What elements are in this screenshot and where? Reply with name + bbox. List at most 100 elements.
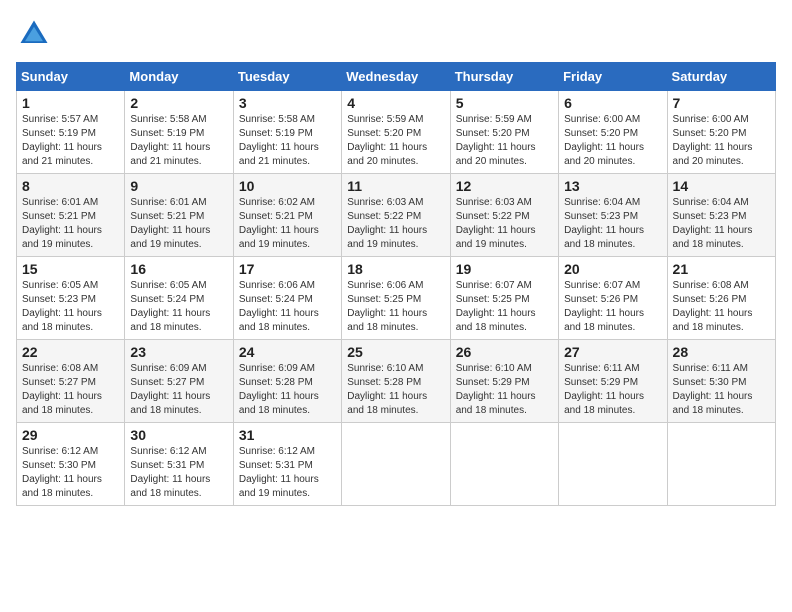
calendar-cell: 29 Sunrise: 6:12 AM Sunset: 5:30 PM Dayl… <box>17 423 125 506</box>
weekday-header-friday: Friday <box>559 63 667 91</box>
day-info: Sunrise: 6:09 AM Sunset: 5:28 PM Dayligh… <box>239 362 336 418</box>
calendar-cell: 5 Sunrise: 5:59 AM Sunset: 5:20 PM Dayli… <box>450 91 558 174</box>
day-info: Sunrise: 5:59 AM Sunset: 5:20 PM Dayligh… <box>347 113 444 169</box>
calendar-cell: 3 Sunrise: 5:58 AM Sunset: 5:19 PM Dayli… <box>233 91 341 174</box>
day-info: Sunrise: 6:04 AM Sunset: 5:23 PM Dayligh… <box>673 196 770 252</box>
calendar-week-5: 29 Sunrise: 6:12 AM Sunset: 5:30 PM Dayl… <box>17 423 776 506</box>
day-info: Sunrise: 6:08 AM Sunset: 5:27 PM Dayligh… <box>22 362 119 418</box>
day-info: Sunrise: 6:06 AM Sunset: 5:24 PM Dayligh… <box>239 279 336 335</box>
calendar-cell: 23 Sunrise: 6:09 AM Sunset: 5:27 PM Dayl… <box>125 340 233 423</box>
day-number: 8 <box>22 178 119 194</box>
calendar-cell <box>559 423 667 506</box>
calendar-cell: 13 Sunrise: 6:04 AM Sunset: 5:23 PM Dayl… <box>559 174 667 257</box>
calendar-cell: 6 Sunrise: 6:00 AM Sunset: 5:20 PM Dayli… <box>559 91 667 174</box>
day-info: Sunrise: 6:04 AM Sunset: 5:23 PM Dayligh… <box>564 196 661 252</box>
day-number: 26 <box>456 344 553 360</box>
day-info: Sunrise: 6:03 AM Sunset: 5:22 PM Dayligh… <box>456 196 553 252</box>
day-info: Sunrise: 6:10 AM Sunset: 5:29 PM Dayligh… <box>456 362 553 418</box>
day-info: Sunrise: 6:00 AM Sunset: 5:20 PM Dayligh… <box>673 113 770 169</box>
logo <box>16 16 58 52</box>
weekday-header-tuesday: Tuesday <box>233 63 341 91</box>
weekday-header-monday: Monday <box>125 63 233 91</box>
calendar-cell: 21 Sunrise: 6:08 AM Sunset: 5:26 PM Dayl… <box>667 257 775 340</box>
calendar-week-4: 22 Sunrise: 6:08 AM Sunset: 5:27 PM Dayl… <box>17 340 776 423</box>
day-number: 6 <box>564 95 661 111</box>
logo-icon <box>16 16 52 52</box>
calendar-cell: 31 Sunrise: 6:12 AM Sunset: 5:31 PM Dayl… <box>233 423 341 506</box>
day-number: 7 <box>673 95 770 111</box>
day-info: Sunrise: 6:07 AM Sunset: 5:25 PM Dayligh… <box>456 279 553 335</box>
day-number: 5 <box>456 95 553 111</box>
weekday-header-row: SundayMondayTuesdayWednesdayThursdayFrid… <box>17 63 776 91</box>
calendar-cell: 10 Sunrise: 6:02 AM Sunset: 5:21 PM Dayl… <box>233 174 341 257</box>
calendar-cell: 14 Sunrise: 6:04 AM Sunset: 5:23 PM Dayl… <box>667 174 775 257</box>
day-number: 21 <box>673 261 770 277</box>
day-number: 20 <box>564 261 661 277</box>
day-info: Sunrise: 6:06 AM Sunset: 5:25 PM Dayligh… <box>347 279 444 335</box>
day-info: Sunrise: 6:12 AM Sunset: 5:30 PM Dayligh… <box>22 445 119 501</box>
calendar-cell: 16 Sunrise: 6:05 AM Sunset: 5:24 PM Dayl… <box>125 257 233 340</box>
calendar-cell: 26 Sunrise: 6:10 AM Sunset: 5:29 PM Dayl… <box>450 340 558 423</box>
calendar-cell: 30 Sunrise: 6:12 AM Sunset: 5:31 PM Dayl… <box>125 423 233 506</box>
day-info: Sunrise: 6:10 AM Sunset: 5:28 PM Dayligh… <box>347 362 444 418</box>
day-number: 10 <box>239 178 336 194</box>
calendar-cell <box>450 423 558 506</box>
day-number: 31 <box>239 427 336 443</box>
day-number: 17 <box>239 261 336 277</box>
calendar-cell: 27 Sunrise: 6:11 AM Sunset: 5:29 PM Dayl… <box>559 340 667 423</box>
calendar-cell: 15 Sunrise: 6:05 AM Sunset: 5:23 PM Dayl… <box>17 257 125 340</box>
day-number: 29 <box>22 427 119 443</box>
day-info: Sunrise: 6:11 AM Sunset: 5:30 PM Dayligh… <box>673 362 770 418</box>
calendar-cell: 2 Sunrise: 5:58 AM Sunset: 5:19 PM Dayli… <box>125 91 233 174</box>
day-number: 30 <box>130 427 227 443</box>
weekday-header-sunday: Sunday <box>17 63 125 91</box>
day-number: 23 <box>130 344 227 360</box>
day-info: Sunrise: 5:57 AM Sunset: 5:19 PM Dayligh… <box>22 113 119 169</box>
calendar-cell <box>667 423 775 506</box>
day-info: Sunrise: 6:05 AM Sunset: 5:24 PM Dayligh… <box>130 279 227 335</box>
day-number: 2 <box>130 95 227 111</box>
day-info: Sunrise: 5:58 AM Sunset: 5:19 PM Dayligh… <box>130 113 227 169</box>
day-number: 24 <box>239 344 336 360</box>
day-info: Sunrise: 6:07 AM Sunset: 5:26 PM Dayligh… <box>564 279 661 335</box>
calendar-cell: 18 Sunrise: 6:06 AM Sunset: 5:25 PM Dayl… <box>342 257 450 340</box>
day-info: Sunrise: 6:01 AM Sunset: 5:21 PM Dayligh… <box>22 196 119 252</box>
day-info: Sunrise: 6:09 AM Sunset: 5:27 PM Dayligh… <box>130 362 227 418</box>
weekday-header-thursday: Thursday <box>450 63 558 91</box>
weekday-header-wednesday: Wednesday <box>342 63 450 91</box>
day-number: 14 <box>673 178 770 194</box>
day-number: 3 <box>239 95 336 111</box>
calendar-cell: 12 Sunrise: 6:03 AM Sunset: 5:22 PM Dayl… <box>450 174 558 257</box>
day-number: 11 <box>347 178 444 194</box>
day-number: 16 <box>130 261 227 277</box>
header <box>16 16 776 52</box>
day-number: 9 <box>130 178 227 194</box>
day-number: 15 <box>22 261 119 277</box>
calendar-cell: 25 Sunrise: 6:10 AM Sunset: 5:28 PM Dayl… <box>342 340 450 423</box>
calendar-cell: 24 Sunrise: 6:09 AM Sunset: 5:28 PM Dayl… <box>233 340 341 423</box>
calendar-table: SundayMondayTuesdayWednesdayThursdayFrid… <box>16 62 776 506</box>
calendar-cell: 9 Sunrise: 6:01 AM Sunset: 5:21 PM Dayli… <box>125 174 233 257</box>
day-number: 4 <box>347 95 444 111</box>
day-info: Sunrise: 5:58 AM Sunset: 5:19 PM Dayligh… <box>239 113 336 169</box>
calendar-cell: 4 Sunrise: 5:59 AM Sunset: 5:20 PM Dayli… <box>342 91 450 174</box>
calendar-week-1: 1 Sunrise: 5:57 AM Sunset: 5:19 PM Dayli… <box>17 91 776 174</box>
day-info: Sunrise: 5:59 AM Sunset: 5:20 PM Dayligh… <box>456 113 553 169</box>
day-number: 25 <box>347 344 444 360</box>
day-info: Sunrise: 6:08 AM Sunset: 5:26 PM Dayligh… <box>673 279 770 335</box>
day-info: Sunrise: 6:12 AM Sunset: 5:31 PM Dayligh… <box>239 445 336 501</box>
day-number: 22 <box>22 344 119 360</box>
calendar-cell: 22 Sunrise: 6:08 AM Sunset: 5:27 PM Dayl… <box>17 340 125 423</box>
calendar-cell: 20 Sunrise: 6:07 AM Sunset: 5:26 PM Dayl… <box>559 257 667 340</box>
day-number: 1 <box>22 95 119 111</box>
day-info: Sunrise: 6:05 AM Sunset: 5:23 PM Dayligh… <box>22 279 119 335</box>
day-number: 13 <box>564 178 661 194</box>
calendar-week-2: 8 Sunrise: 6:01 AM Sunset: 5:21 PM Dayli… <box>17 174 776 257</box>
day-info: Sunrise: 6:02 AM Sunset: 5:21 PM Dayligh… <box>239 196 336 252</box>
day-number: 18 <box>347 261 444 277</box>
weekday-header-saturday: Saturday <box>667 63 775 91</box>
day-number: 19 <box>456 261 553 277</box>
day-number: 28 <box>673 344 770 360</box>
calendar-cell: 19 Sunrise: 6:07 AM Sunset: 5:25 PM Dayl… <box>450 257 558 340</box>
day-info: Sunrise: 6:12 AM Sunset: 5:31 PM Dayligh… <box>130 445 227 501</box>
